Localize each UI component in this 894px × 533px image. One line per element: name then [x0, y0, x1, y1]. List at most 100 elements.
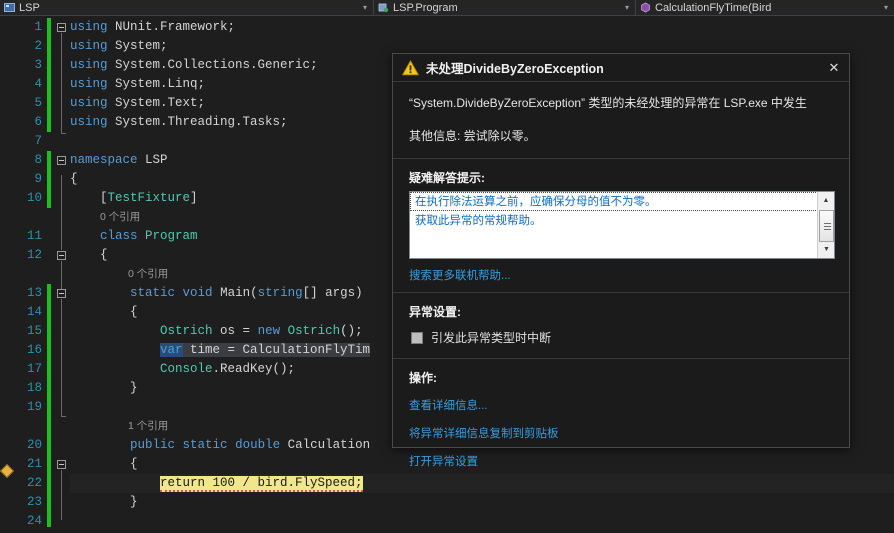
- chevron-down-icon: ▾: [362, 3, 367, 12]
- fold-guide-line: [61, 409, 66, 417]
- code-line[interactable]: static void Main(string[] args): [70, 284, 363, 303]
- search-online-help-link[interactable]: 搜索更多联机帮助...: [393, 259, 849, 292]
- break-on-exception-checkbox-row[interactable]: 引发此异常类型时中断: [393, 325, 849, 358]
- code-line[interactable]: using System.Threading.Tasks;: [70, 113, 288, 132]
- chevron-down-icon: ▾: [624, 3, 629, 12]
- line-number: 2: [34, 39, 42, 53]
- close-icon[interactable]: ✕: [823, 58, 845, 78]
- code-line[interactable]: Ostrich os = new Ostrich();: [70, 322, 363, 341]
- dialog-body: “System.DivideByZeroException” 类型的未经处理的异…: [393, 82, 849, 483]
- line-number: 20: [26, 438, 42, 452]
- scroll-down-icon[interactable]: ▼: [818, 241, 834, 258]
- code-line[interactable]: {: [70, 246, 108, 265]
- code-line[interactable]: {: [70, 303, 138, 322]
- scrollbar-thumb[interactable]: [819, 210, 834, 242]
- collapse-toggle-method[interactable]: [57, 460, 66, 469]
- code-line[interactable]: class Program: [70, 227, 198, 246]
- collapse-toggle-main[interactable]: [57, 289, 66, 298]
- actions-label: 操作:: [409, 371, 437, 385]
- code-line[interactable]: using System;: [70, 37, 168, 56]
- code-line[interactable]: using NUnit.Framework;: [70, 18, 235, 37]
- method-icon: [640, 2, 651, 13]
- code-line[interactable]: {: [70, 170, 78, 189]
- class-dropdown[interactable]: LSP.Program ▾: [374, 0, 636, 16]
- line-number: 24: [26, 514, 42, 528]
- change-marker-bar: [47, 18, 51, 132]
- outlining-margin[interactable]: [56, 16, 70, 533]
- change-marker-bar: [47, 151, 51, 208]
- line-number: 15: [26, 324, 42, 338]
- line-number: 5: [34, 96, 42, 110]
- code-line[interactable]: [TestFixture]: [70, 189, 198, 208]
- method-dropdown-label: CalculationFlyTime(Bird: [655, 1, 772, 14]
- line-number: 8: [34, 153, 42, 167]
- line-number: 13: [26, 286, 42, 300]
- dialog-titlebar: 未处理DivideByZeroException ✕: [393, 54, 849, 82]
- exception-extra-info: 其他信息: 尝试除以零。: [409, 129, 536, 143]
- line-number: 7: [34, 134, 42, 148]
- class-member-icon: [378, 2, 389, 13]
- code-line[interactable]: public static double Calculation: [70, 436, 370, 455]
- collapse-toggle-namespace[interactable]: [57, 156, 66, 165]
- line-number: 12: [26, 248, 42, 262]
- method-dropdown[interactable]: CalculationFlyTime(Bird ▾: [636, 0, 894, 16]
- code-line[interactable]: {: [70, 455, 138, 474]
- view-details-link[interactable]: 查看详细信息...: [393, 391, 849, 419]
- troubleshooting-tips-list[interactable]: 在执行除法运算之前，应确保分母的值不为零。 获取此异常的常规帮助。 ▲ ▼: [409, 191, 835, 259]
- actions-section: 操作: 查看详细信息... 将异常详细信息复制到剪贴板 打开异常设置: [393, 359, 849, 483]
- fold-guide-line: [61, 175, 62, 250]
- tips-scrollbar[interactable]: ▲ ▼: [817, 192, 834, 258]
- code-line[interactable]: Console.ReadKey();: [70, 360, 295, 379]
- chevron-down-icon: ▾: [883, 3, 888, 12]
- line-number: 6: [34, 115, 42, 129]
- line-number: 22: [26, 476, 42, 490]
- fold-guide-line: [61, 126, 66, 134]
- line-number: 14: [26, 305, 42, 319]
- code-line[interactable]: using System.Text;: [70, 94, 205, 113]
- codelens-reference[interactable]: 1 个引用: [128, 418, 168, 434]
- collapse-toggle-usings[interactable]: [57, 23, 66, 32]
- break-on-exception-label: 引发此异常类型时中断: [431, 331, 552, 345]
- line-number: 11: [26, 229, 42, 243]
- bookmark-icon[interactable]: [0, 463, 15, 479]
- open-exception-settings-link[interactable]: 打开异常设置: [393, 447, 849, 475]
- code-line[interactable]: }: [70, 379, 138, 398]
- collapse-toggle-class[interactable]: [57, 251, 66, 260]
- line-number-gutter: 1 2 3 4 5 6 7 8 9 10 11 12 13 14 15 16 1…: [18, 16, 44, 533]
- dialog-title: 未处理DivideByZeroException: [426, 62, 604, 76]
- line-number: 21: [26, 457, 42, 471]
- exception-message: “System.DivideByZeroException” 类型的未经处理的异…: [409, 96, 807, 110]
- codelens-reference[interactable]: 0 个引用: [100, 209, 140, 225]
- troubleshooting-tips-label: 疑难解答提示:: [409, 171, 485, 185]
- line-number: 17: [26, 362, 42, 376]
- scroll-up-icon[interactable]: ▲: [818, 192, 834, 209]
- line-number: 1: [34, 20, 42, 34]
- fold-guide-line: [61, 299, 62, 409]
- exception-settings-label: 异常设置:: [409, 305, 461, 319]
- tip-link[interactable]: 在执行除法运算之前，应确保分母的值不为零。: [410, 192, 834, 211]
- code-line[interactable]: var time = CalculationFlyTim: [70, 341, 371, 360]
- line-number: 16: [26, 343, 42, 357]
- change-marker-bar: [47, 284, 51, 417]
- exception-helper-dialog[interactable]: 未处理DivideByZeroException ✕ “System.Divid…: [392, 53, 850, 468]
- copy-details-link[interactable]: 将异常详细信息复制到剪贴板: [393, 419, 849, 447]
- fold-guide-line: [61, 261, 62, 289]
- project-icon: [4, 2, 15, 13]
- line-number: 19: [26, 400, 42, 414]
- navigation-bar: LSP ▾ LSP.Program ▾ CalculationFlyTime(B…: [0, 0, 894, 16]
- warning-icon: [401, 59, 420, 76]
- code-line[interactable]: }: [70, 493, 138, 512]
- code-line[interactable]: using System.Linq;: [70, 75, 205, 94]
- project-dropdown-label: LSP: [19, 1, 40, 14]
- line-number: 9: [34, 172, 42, 186]
- fold-guide-line: [61, 33, 62, 126]
- checkbox-icon[interactable]: [411, 331, 423, 344]
- indicator-margin[interactable]: [0, 16, 18, 533]
- line-number: 4: [34, 77, 42, 91]
- code-line[interactable]: namespace LSP: [70, 151, 168, 170]
- code-line[interactable]: using System.Collections.Generic;: [70, 56, 318, 75]
- line-number: 18: [26, 381, 42, 395]
- project-dropdown[interactable]: LSP ▾: [0, 0, 374, 16]
- codelens-reference[interactable]: 0 个引用: [128, 266, 168, 282]
- tip-link[interactable]: 获取此异常的常规帮助。: [410, 211, 834, 230]
